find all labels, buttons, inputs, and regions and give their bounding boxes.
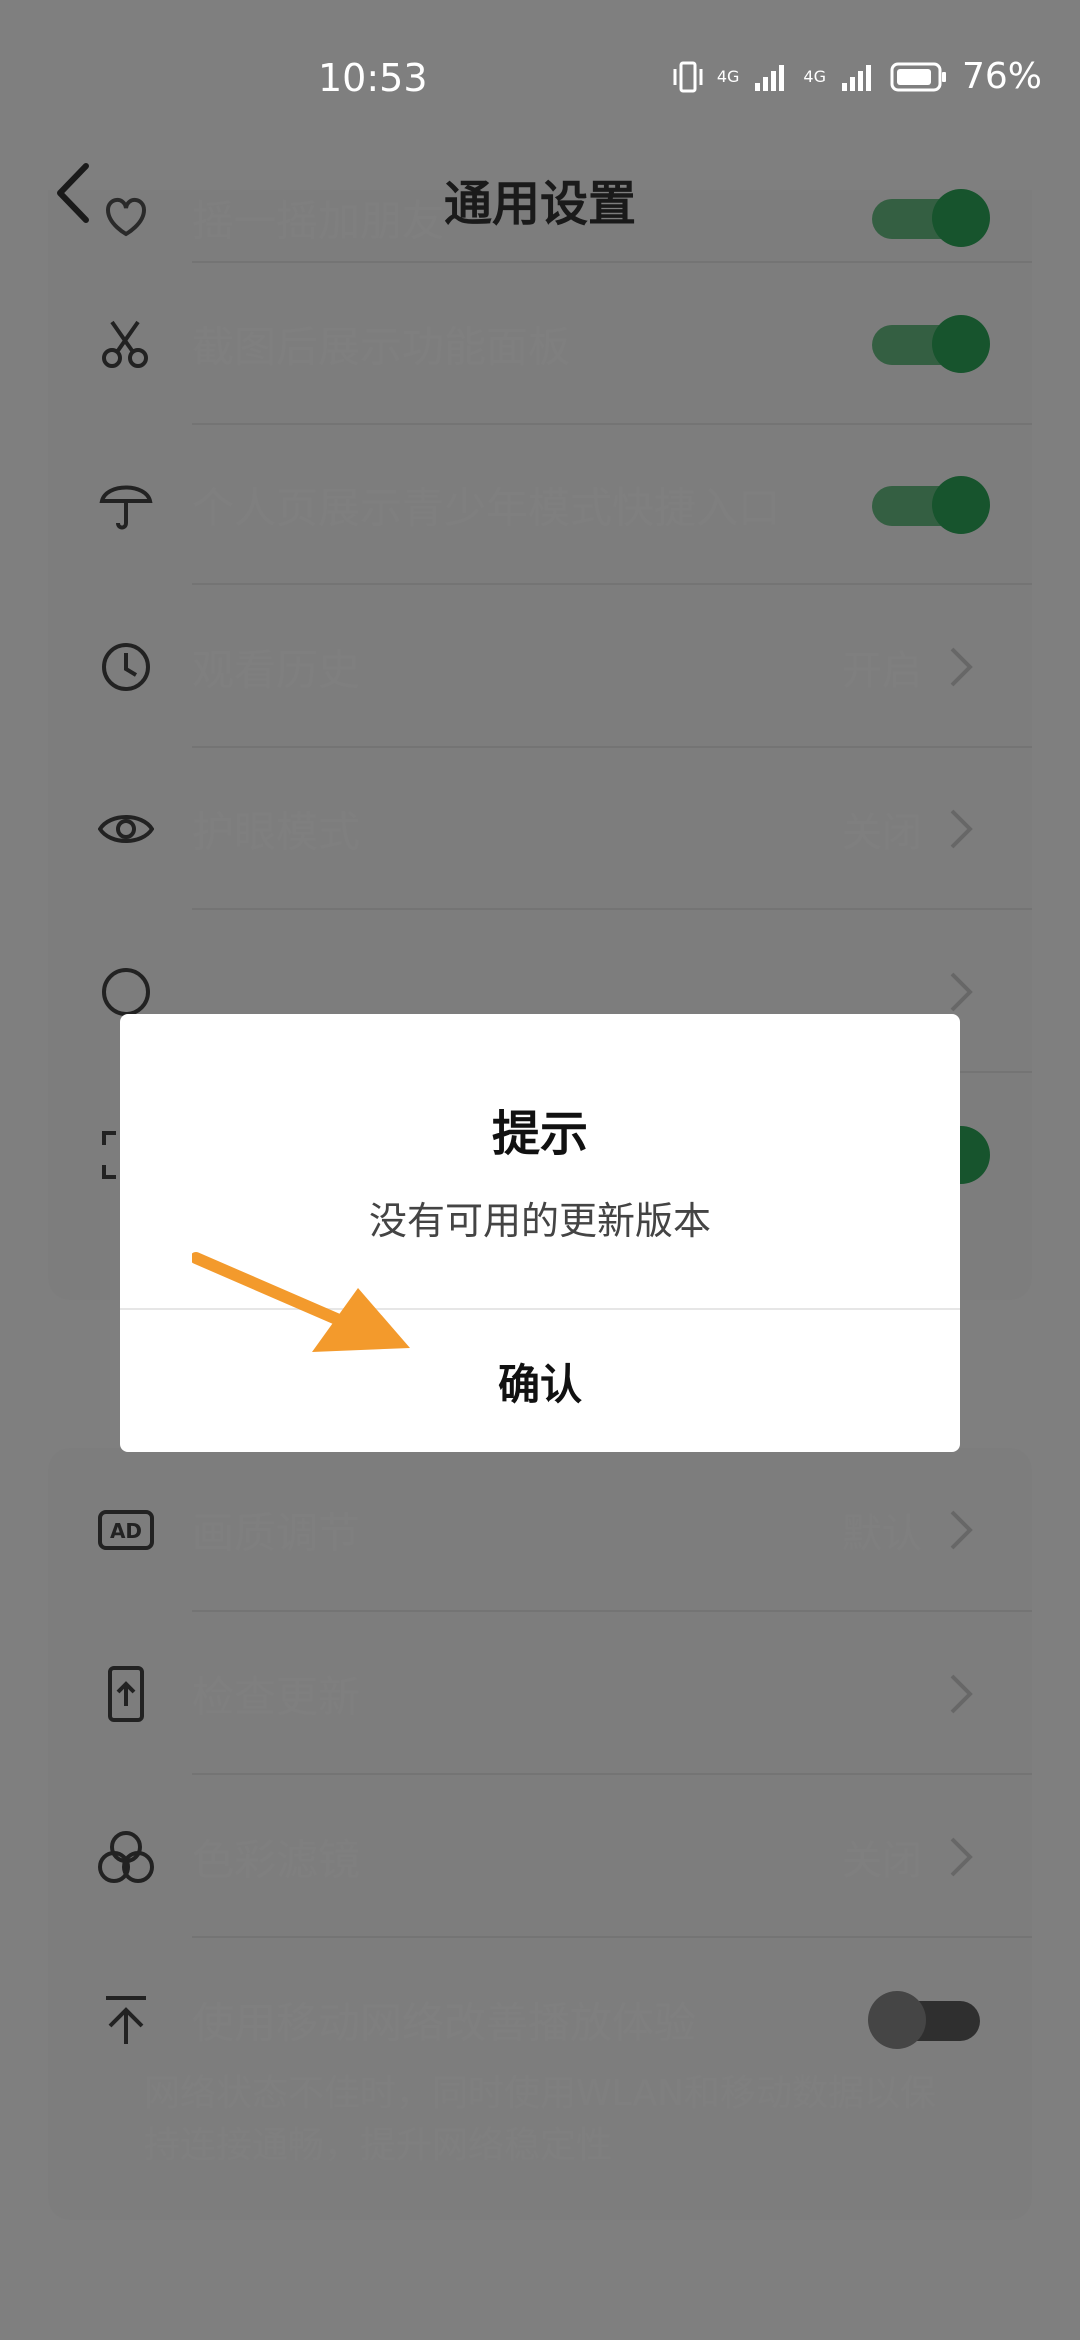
vibrate-icon <box>673 61 703 92</box>
status-time: 10:53 <box>318 56 428 100</box>
battery-icon <box>890 62 946 91</box>
status-icons: 4G 4G 76% <box>673 56 1042 97</box>
network-type-1: 4G <box>716 66 740 86</box>
signal-icon <box>755 64 785 91</box>
battery-percent: 76% <box>961 56 1042 97</box>
network-type-2: 4G <box>803 66 826 86</box>
dialog-message: 没有可用的更新版本 <box>368 1199 711 1243</box>
update-dialog: 提示 没有可用的更新版本 确认 <box>120 1014 960 1452</box>
page-title: 通用设置 <box>443 176 636 232</box>
annotation-arrow-icon <box>192 1252 410 1352</box>
dialog-title: 提示 <box>491 1106 588 1162</box>
signal-icon-2 <box>841 64 871 91</box>
